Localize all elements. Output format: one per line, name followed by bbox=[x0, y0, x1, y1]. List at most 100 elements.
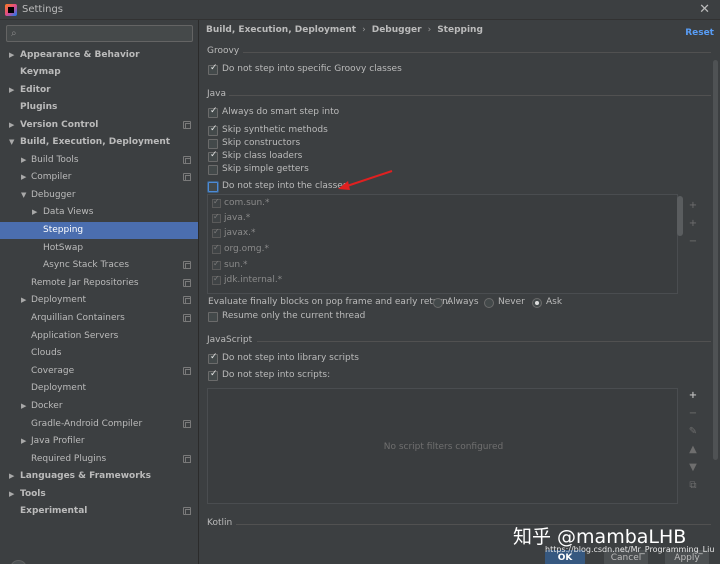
do-not-step-classes-checkbox[interactable] bbox=[208, 182, 218, 192]
edit-icon[interactable]: ✎ bbox=[687, 426, 699, 438]
radio-button[interactable] bbox=[532, 298, 542, 308]
move-down-icon[interactable]: ▼ bbox=[687, 462, 699, 474]
project-scope-icon bbox=[183, 455, 191, 463]
filter-checkbox[interactable] bbox=[212, 227, 221, 238]
sidebar-item-label: Compiler bbox=[31, 172, 72, 182]
sidebar-item[interactable]: ▶ Java Profiler bbox=[0, 433, 198, 450]
sidebar-item[interactable]: ▶ Tools bbox=[0, 486, 198, 503]
step-scripts-checkbox[interactable] bbox=[208, 369, 218, 381]
sidebar-item[interactable]: ▶ Languages & Frameworks bbox=[0, 468, 198, 485]
sidebar-item[interactable]: Stepping bbox=[0, 222, 198, 239]
chevron-right-icon[interactable]: ▶ bbox=[21, 169, 26, 186]
sidebar-item[interactable]: ▶ Docker bbox=[0, 398, 198, 415]
chevron-right-icon[interactable]: ▶ bbox=[21, 433, 26, 450]
skip-simple-getters-checkbox[interactable] bbox=[208, 165, 218, 175]
chevron-right-icon[interactable]: ▶ bbox=[9, 47, 14, 64]
sidebar-item-label: Remote Jar Repositories bbox=[31, 278, 139, 288]
resume-thread-checkbox[interactable] bbox=[208, 312, 218, 322]
skip-class-loaders-checkbox[interactable] bbox=[208, 150, 218, 162]
chevron-down-icon[interactable]: ▼ bbox=[9, 134, 14, 151]
breadcrumb-item[interactable]: Debugger bbox=[372, 25, 422, 35]
sidebar-item[interactable]: Arquillian Containers bbox=[0, 310, 198, 327]
sidebar-item[interactable]: Clouds bbox=[0, 345, 198, 362]
section-divider bbox=[257, 341, 711, 342]
filter-checkbox[interactable] bbox=[212, 197, 221, 208]
chevron-right-icon[interactable]: ▶ bbox=[21, 398, 26, 415]
groovy-classes-checkbox[interactable] bbox=[208, 63, 218, 75]
sidebar-item[interactable]: Deployment bbox=[0, 380, 198, 397]
sidebar-item-label: HotSwap bbox=[43, 243, 84, 253]
reset-link[interactable]: Reset bbox=[685, 28, 714, 38]
copy-icon[interactable]: ⧉ bbox=[687, 480, 699, 492]
breadcrumb-separator: › bbox=[362, 25, 366, 35]
radio-button[interactable] bbox=[433, 298, 443, 308]
sidebar-item-label: Java Profiler bbox=[31, 436, 85, 446]
remove-icon[interactable]: − bbox=[687, 408, 699, 420]
filter-checkbox[interactable] bbox=[212, 243, 221, 254]
filter-checkbox[interactable] bbox=[212, 212, 221, 223]
sidebar-item[interactable]: Coverage bbox=[0, 363, 198, 380]
filter-label: javax.* bbox=[224, 228, 256, 238]
sidebar-item[interactable]: ▼ Build, Execution, Deployment bbox=[0, 134, 198, 151]
breadcrumb-separator: › bbox=[427, 25, 432, 35]
move-up-icon[interactable]: ▲ bbox=[687, 444, 699, 456]
remove-icon[interactable]: − bbox=[687, 236, 699, 248]
chevron-right-icon[interactable]: ▶ bbox=[32, 204, 37, 221]
skip-constructors-checkbox[interactable] bbox=[208, 139, 218, 149]
sidebar-item[interactable]: ▶ Compiler bbox=[0, 169, 198, 186]
chevron-right-icon[interactable]: ▶ bbox=[21, 152, 26, 169]
radio-label: Ask bbox=[546, 297, 563, 307]
sidebar-item-label: Required Plugins bbox=[31, 454, 107, 464]
sidebar-item-label: Build, Execution, Deployment bbox=[20, 137, 171, 147]
script-filter-panel[interactable]: No script filters configured bbox=[207, 388, 678, 504]
sidebar-item[interactable]: Async Stack Traces bbox=[0, 257, 198, 274]
checkbox-label: Skip synthetic methods bbox=[222, 125, 328, 135]
help-button[interactable]: ? bbox=[10, 560, 27, 564]
sidebar-item[interactable]: ▶ Appearance & Behavior bbox=[0, 47, 198, 64]
add-icon[interactable]: + bbox=[687, 390, 699, 402]
filter-checkbox[interactable] bbox=[212, 274, 221, 285]
add-pattern-icon[interactable]: + bbox=[687, 218, 699, 230]
chevron-right-icon[interactable]: ▶ bbox=[21, 292, 26, 309]
search-input[interactable] bbox=[25, 27, 185, 40]
chevron-right-icon[interactable]: ▶ bbox=[9, 117, 14, 134]
smart-step-checkbox[interactable] bbox=[208, 106, 218, 118]
sidebar-item[interactable]: ▶ Editor bbox=[0, 82, 198, 99]
sidebar-item[interactable]: ▶ Version Control bbox=[0, 117, 198, 134]
sidebar-item[interactable]: ▶ Data Views bbox=[0, 204, 198, 221]
chevron-right-icon[interactable]: ▶ bbox=[9, 486, 14, 503]
sidebar-item[interactable]: Gradle-Android Compiler bbox=[0, 416, 198, 433]
breadcrumb-item[interactable]: Build, Execution, Deployment bbox=[206, 25, 356, 35]
project-scope-icon bbox=[183, 121, 191, 129]
sidebar-item[interactable]: Experimental bbox=[0, 503, 198, 520]
breadcrumb-item: Stepping bbox=[437, 25, 483, 35]
sidebar-item[interactable]: ▶ Build Tools bbox=[0, 152, 198, 169]
chevron-down-icon[interactable]: ▼ bbox=[21, 187, 26, 204]
sidebar-item[interactable]: Keymap bbox=[0, 64, 198, 81]
sidebar-item-label: Debugger bbox=[31, 190, 76, 200]
sidebar-item-label: Version Control bbox=[20, 120, 99, 130]
radio-button[interactable] bbox=[484, 298, 494, 308]
sidebar-item[interactable]: ▼ Debugger bbox=[0, 187, 198, 204]
sidebar-item[interactable]: Plugins bbox=[0, 99, 198, 116]
filter-checkbox[interactable] bbox=[212, 259, 221, 270]
close-icon[interactable]: ✕ bbox=[699, 2, 710, 17]
chevron-right-icon[interactable]: ▶ bbox=[9, 468, 14, 485]
chevron-right-icon[interactable]: ▶ bbox=[9, 82, 14, 99]
search-box[interactable]: ⌕ bbox=[6, 25, 193, 42]
sidebar-item[interactable]: Remote Jar Repositories bbox=[0, 275, 198, 292]
library-scripts-checkbox[interactable] bbox=[208, 352, 218, 364]
content-scrollbar[interactable] bbox=[713, 60, 718, 460]
intellij-logo-icon bbox=[5, 4, 17, 16]
class-filter-list[interactable]: com.sun.* java.* javax.* org.omg.* sun.*… bbox=[207, 194, 678, 294]
skip-synthetic-checkbox[interactable] bbox=[208, 124, 218, 136]
add-class-icon[interactable]: + bbox=[687, 200, 699, 212]
checkbox-label: Always do smart step into bbox=[222, 107, 340, 117]
sidebar-item-label: Build Tools bbox=[31, 155, 79, 165]
sidebar-item[interactable]: Application Servers bbox=[0, 328, 198, 345]
project-scope-icon bbox=[183, 279, 191, 287]
sidebar-item[interactable]: ▶ Deployment bbox=[0, 292, 198, 309]
project-scope-icon bbox=[183, 367, 191, 375]
sidebar-item[interactable]: Required Plugins bbox=[0, 451, 198, 468]
sidebar-item[interactable]: HotSwap bbox=[0, 240, 198, 257]
